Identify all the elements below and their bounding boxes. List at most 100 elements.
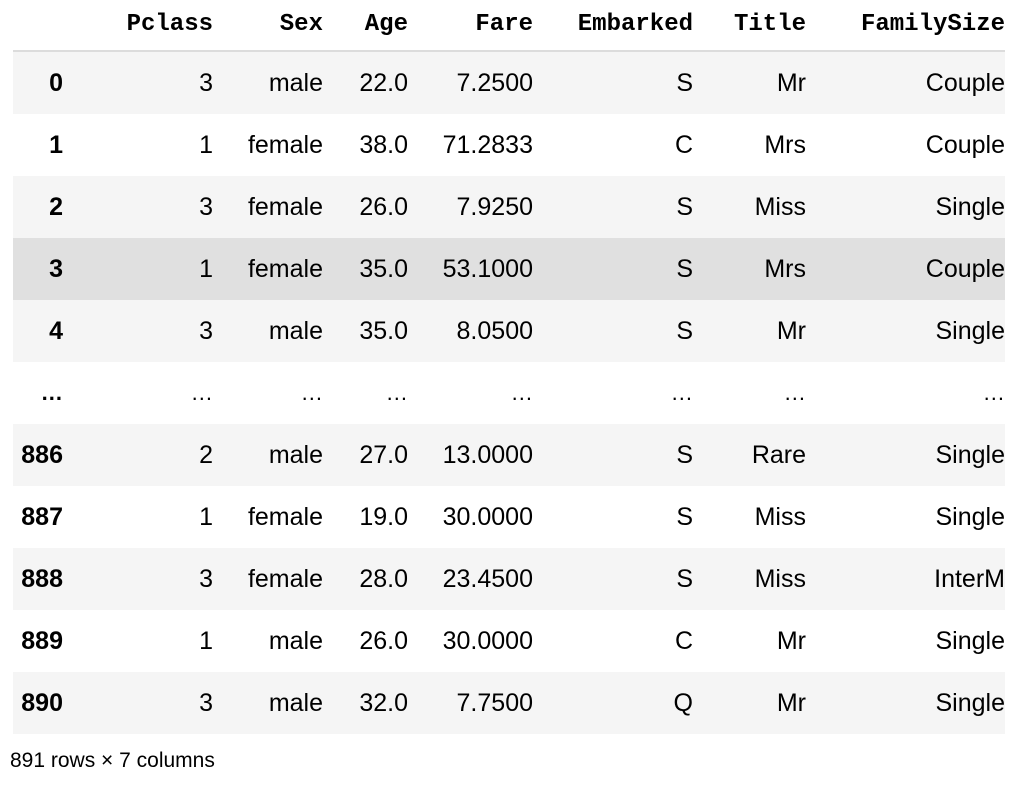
table-cell: 26.0	[359, 627, 408, 655]
dataframe-shape-footer: 891 rows × 7 columns	[10, 749, 215, 772]
table-cell: 32.0	[359, 689, 408, 717]
table-cell: Mr	[776, 627, 806, 655]
table-cell: 7.7500	[456, 689, 533, 717]
table-row: 889 1 male 26.0 30.0000 C Mr Single	[13, 610, 1005, 672]
table-cell: 3	[199, 69, 213, 97]
table-cell: male	[268, 627, 323, 655]
table-header: Pclass Sex Age Fare Embarked Title Famil…	[13, 0, 1005, 51]
table-row: 0 3 male 22.0 7.2500 S Mr Couple	[13, 51, 1005, 114]
table-cell: 35.0	[359, 317, 408, 345]
table-cell: S	[676, 255, 693, 283]
table-cell: Mr	[776, 317, 806, 345]
table-cell: 7.2500	[456, 69, 533, 97]
header-row: Pclass Sex Age Fare Embarked Title Famil…	[13, 0, 1005, 51]
table-cell: Couple	[925, 69, 1005, 97]
table-cell: female	[247, 255, 323, 283]
table-cell: 53.1000	[442, 255, 533, 283]
table-row: 2 3 female 26.0 7.9250 S Miss Single	[13, 176, 1005, 238]
row-index-cell: 887	[21, 503, 63, 531]
column-header-pclass[interactable]: Pclass	[63, 0, 213, 51]
table-cell: ...	[511, 380, 533, 405]
table-cell: ...	[671, 380, 693, 405]
table-cell: S	[676, 69, 693, 97]
table-cell: Single	[935, 193, 1006, 221]
table-cell: 71.2833	[442, 131, 533, 159]
column-header-fare[interactable]: Fare	[408, 0, 533, 51]
table-cell: male	[268, 689, 323, 717]
table-cell: 1	[199, 131, 213, 159]
table-cell: 3	[199, 193, 213, 221]
table-cell: 22.0	[359, 69, 408, 97]
table-cell: female	[247, 131, 323, 159]
table-cell: 35.0	[359, 255, 408, 283]
table-cell: 1	[199, 627, 213, 655]
table-cell: Q	[673, 689, 693, 717]
table-row: 888 3 female 28.0 23.4500 S Miss InterM	[13, 548, 1005, 610]
row-index-cell: 886	[21, 441, 63, 469]
index-column-header	[13, 0, 63, 51]
table-cell: Mrs	[764, 131, 806, 159]
table-cell: C	[674, 131, 693, 159]
table-cell: Couple	[925, 255, 1005, 283]
table-cell: 38.0	[359, 131, 408, 159]
table-cell: ...	[784, 380, 806, 405]
row-index-cell: 3	[49, 255, 63, 283]
table-cell: 3	[199, 565, 213, 593]
dataframe-output: Pclass Sex Age Fare Embarked Title Famil…	[0, 0, 1024, 807]
row-index-cell: ...	[41, 380, 63, 405]
column-header-familysize[interactable]: FamilySize	[806, 0, 1005, 51]
table-cell: 30.0000	[442, 503, 533, 531]
table-cell: Single	[935, 441, 1006, 469]
table-cell: male	[268, 69, 323, 97]
table-cell: 13.0000	[442, 441, 533, 469]
table-cell: 19.0	[359, 503, 408, 531]
table-cell: Miss	[754, 193, 806, 221]
row-index-cell: 4	[49, 317, 63, 345]
row-index-cell: 890	[21, 689, 63, 717]
table-cell: ...	[301, 380, 323, 405]
table-cell: 28.0	[359, 565, 408, 593]
table-body: 0 3 male 22.0 7.2500 S Mr Couple 1 1 female 38.0 71.…	[13, 51, 1005, 734]
table-row: 890 3 male 32.0 7.7500 Q Mr Single	[13, 672, 1005, 734]
table-cell: Mr	[776, 69, 806, 97]
table-cell: Mrs	[764, 255, 806, 283]
table-cell: S	[676, 441, 693, 469]
column-header-title[interactable]: Title	[693, 0, 806, 51]
column-header-sex[interactable]: Sex	[213, 0, 323, 51]
table-cell: 3	[199, 689, 213, 717]
table-row: 1 1 female 38.0 71.2833 C Mrs Couple	[13, 114, 1005, 176]
table-cell: Single	[935, 627, 1006, 655]
table-cell: Miss	[754, 503, 806, 531]
table-cell: S	[676, 503, 693, 531]
table-row: 4 3 male 35.0 8.0500 S Mr Single	[13, 300, 1005, 362]
table-cell: 23.4500	[442, 565, 533, 593]
table-row: 3 1 female 35.0 53.1000 S Mrs Couple	[13, 238, 1005, 300]
table-cell: InterM	[934, 565, 1005, 593]
table-cell: Couple	[925, 131, 1005, 159]
table-cell: 1	[199, 503, 213, 531]
row-index-cell: 1	[49, 131, 63, 159]
table-row: 887 1 female 19.0 30.0000 S Miss Single	[13, 486, 1005, 548]
table-cell: female	[247, 565, 323, 593]
table-row: ........................	[13, 362, 1005, 424]
table-cell: ...	[983, 380, 1005, 405]
row-index-cell: 888	[21, 565, 63, 593]
table-cell: S	[676, 317, 693, 345]
table-cell: Single	[935, 317, 1006, 345]
table-cell: Mr	[776, 689, 806, 717]
table-cell: female	[247, 503, 323, 531]
row-index-cell: 889	[21, 627, 63, 655]
table-cell: 2	[199, 441, 213, 469]
table-cell: C	[674, 627, 693, 655]
table-cell: 27.0	[359, 441, 408, 469]
table-row: 886 2 male 27.0 13.0000 S Rare Single	[13, 424, 1005, 486]
table-cell: Single	[935, 503, 1006, 531]
table-cell: 26.0	[359, 193, 408, 221]
table-cell: S	[676, 193, 693, 221]
column-header-embarked[interactable]: Embarked	[533, 0, 693, 51]
table-cell: ...	[191, 380, 213, 405]
table-cell: male	[268, 317, 323, 345]
row-index-cell: 0	[49, 69, 63, 97]
column-header-age[interactable]: Age	[323, 0, 408, 51]
table-cell: 30.0000	[442, 627, 533, 655]
